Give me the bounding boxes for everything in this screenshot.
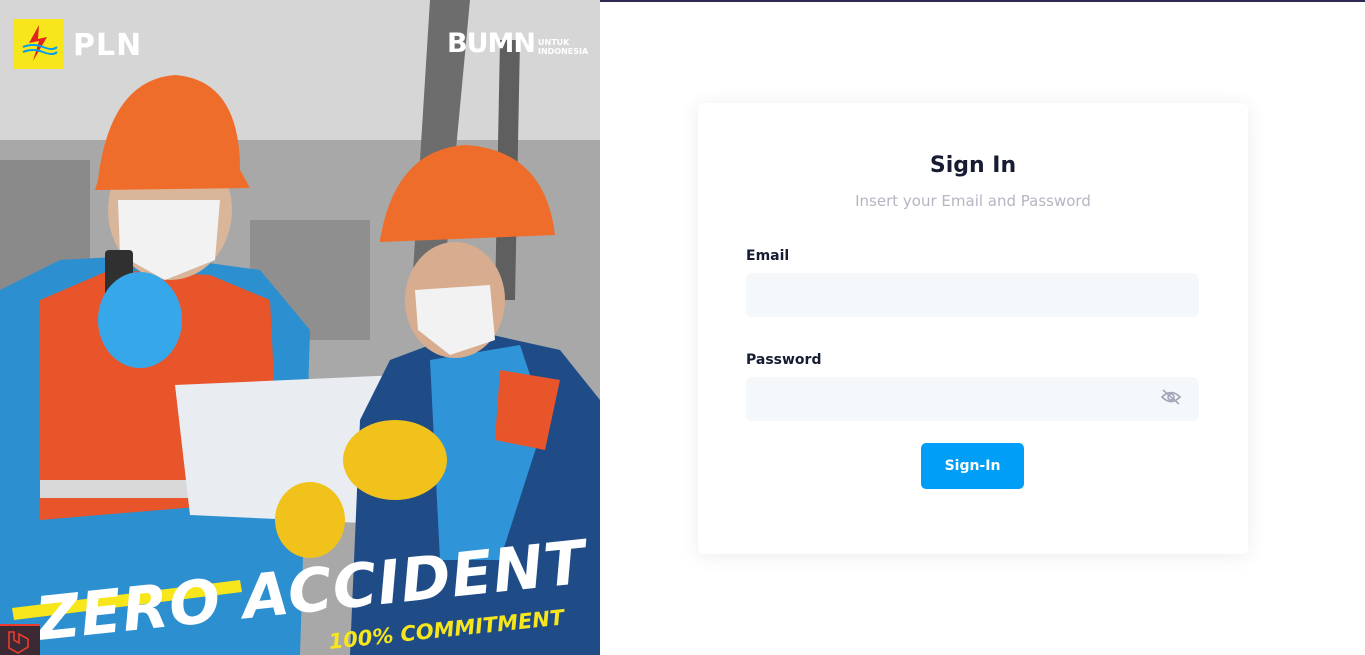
email-label: Email	[746, 248, 790, 264]
eye-off-icon[interactable]	[1160, 388, 1182, 406]
password-field[interactable]	[746, 377, 1199, 421]
bumn-brand-text: BUMN	[447, 28, 536, 59]
bumn-sub-line2: INDONESIA	[538, 47, 589, 56]
signin-button[interactable]: Sign-In	[921, 443, 1024, 489]
laravel-icon[interactable]	[0, 624, 40, 655]
poster-banner: PLN BUMN UNTUK INDONESIA ZERO ACCIDENT 1…	[0, 0, 600, 655]
pln-logo-icon	[13, 19, 64, 69]
bumn-sub-line1: UNTUK	[538, 38, 570, 47]
signin-title: Sign In	[929, 153, 1017, 178]
password-label: Password	[746, 352, 822, 368]
pln-brand-text: PLN	[73, 28, 143, 63]
bumn-brand-subtitle: UNTUK INDONESIA	[538, 38, 588, 56]
signin-subtitle: Insert your Email and Password	[855, 192, 1091, 210]
page: PLN BUMN UNTUK INDONESIA ZERO ACCIDENT 1…	[0, 0, 1365, 655]
email-field[interactable]	[746, 273, 1199, 317]
signin-card: Sign In Insert your Email and Password E…	[698, 103, 1248, 554]
